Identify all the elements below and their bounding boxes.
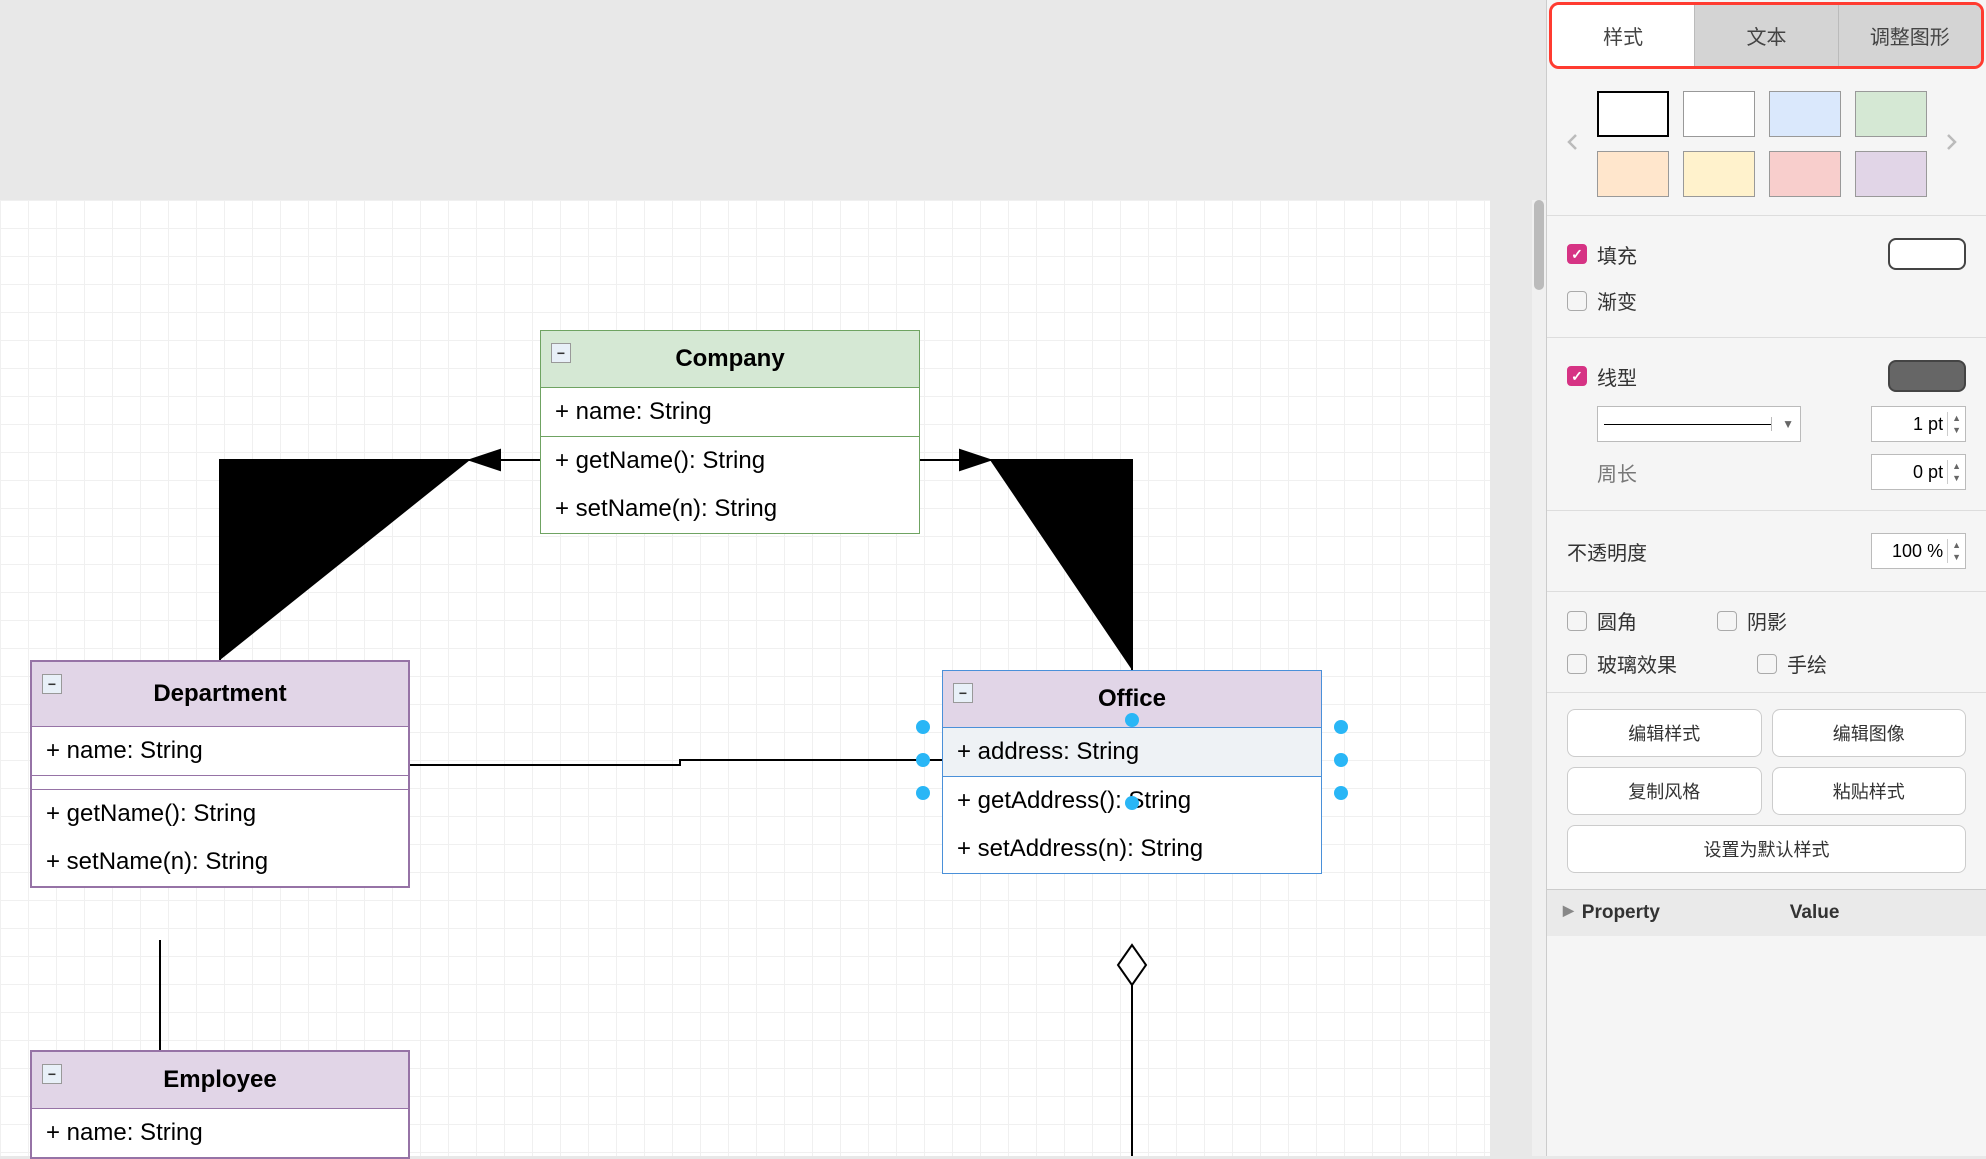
palette-swatch-4[interactable] [1597,151,1669,197]
palette-prev-icon[interactable] [1561,128,1585,161]
palette-swatch-3[interactable] [1855,91,1927,137]
collapse-icon[interactable]: − [551,343,571,363]
uml-operation-row[interactable]: + setName(n): String [32,838,408,886]
disclosure-icon[interactable]: ▶ [1563,902,1574,924]
collapse-icon[interactable]: − [953,683,973,703]
selection-handle[interactable] [1334,753,1348,767]
gradient-checkbox[interactable] [1567,291,1587,311]
value-column-header: Value [1790,902,1840,924]
opacity-section: 不透明度 100 % ▲▼ [1547,510,1986,591]
line-section: 线型 ▼ 1 pt ▲▼ 周长 0 pt ▲▼ [1547,337,1986,510]
shadow-label: 阴影 [1747,606,1787,635]
uml-attribute-row[interactable]: + name: String [32,1109,408,1157]
sidebar-tabs-highlighted: 样式 文本 调整图形 [1549,2,1984,69]
uml-divider [32,775,408,789]
palette-swatch-1[interactable] [1683,91,1755,137]
selection-handle[interactable] [916,753,930,767]
uml-class-company[interactable]: − Company + name: String + getName(): St… [540,330,920,534]
glass-checkbox[interactable] [1567,654,1587,674]
uml-attribute-row[interactable]: + name: String [541,388,919,436]
format-sidebar: 样式 文本 调整图形 填充 渐变 [1546,0,1986,1156]
line-preview [1604,424,1771,425]
selection-handle[interactable] [1125,796,1139,810]
collapse-icon[interactable]: − [42,1064,62,1084]
uml-operation-row[interactable]: + getName(): String [32,790,408,838]
set-default-style-button[interactable]: 设置为默认样式 [1567,825,1966,873]
uml-class-office[interactable]: − Office + address: String + getAddress(… [942,670,1322,874]
style-buttons: 编辑样式 编辑图像 复制风格 粘贴样式 设置为默认样式 [1547,692,1986,889]
fill-color-well[interactable] [1888,238,1966,270]
gradient-label: 渐变 [1597,286,1637,315]
line-width-value: 1 pt [1913,414,1943,435]
palette-swatch-6[interactable] [1769,151,1841,197]
line-color-well[interactable] [1888,360,1966,392]
collapse-icon[interactable]: − [42,674,62,694]
uml-operation-row[interactable]: + setAddress(n): String [943,825,1321,873]
palette-next-icon[interactable] [1939,128,1963,161]
edit-style-button[interactable]: 编辑样式 [1567,709,1762,757]
tab-arrange[interactable]: 调整图形 [1839,5,1981,66]
uml-class-title: Office [1098,685,1166,712]
selection-handle[interactable] [1334,786,1348,800]
color-palette [1547,71,1986,215]
glass-label: 玻璃效果 [1597,649,1677,678]
stepper[interactable]: ▲▼ [1947,539,1961,563]
uml-attribute-row-selected[interactable]: + address: String [943,728,1321,776]
selection-handle[interactable] [916,720,930,734]
opacity-input[interactable]: 100 % ▲▼ [1871,533,1966,569]
scrollbar-thumb[interactable] [1534,200,1544,290]
stepper[interactable]: ▲▼ [1947,460,1961,484]
line-width-input[interactable]: 1 pt ▲▼ [1871,406,1966,442]
sketch-checkbox[interactable] [1757,654,1777,674]
uml-class-employee[interactable]: − Employee + name: String [30,1050,410,1159]
selection-handle[interactable] [1334,720,1348,734]
tab-style[interactable]: 样式 [1552,5,1695,66]
uml-class-header[interactable]: − Department [32,662,408,727]
uml-class-title: Employee [163,1066,276,1093]
uml-operation-row[interactable]: + setName(n): String [541,485,919,533]
uml-class-header[interactable]: − Company [541,331,919,388]
uml-operation-row[interactable]: + getName(): String [541,437,919,485]
property-table-header[interactable]: ▶ Property Value [1547,889,1986,936]
chevron-down-icon: ▼ [1771,417,1794,431]
effects-section: 圆角 阴影 玻璃效果 手绘 [1547,591,1986,692]
edit-image-button[interactable]: 编辑图像 [1772,709,1967,757]
opacity-label: 不透明度 [1567,537,1647,566]
uml-class-title: Department [153,680,286,707]
perimeter-label: 周长 [1597,458,1637,487]
perimeter-input[interactable]: 0 pt ▲▼ [1871,454,1966,490]
uml-class-department[interactable]: − Department + name: String + getName():… [30,660,410,888]
selection-handle[interactable] [1125,713,1139,727]
uml-attribute-row[interactable]: + name: String [32,727,408,775]
opacity-value: 100 % [1892,541,1943,562]
selection-handle[interactable] [916,786,930,800]
fill-checkbox[interactable] [1567,244,1587,264]
shadow-checkbox[interactable] [1717,611,1737,631]
uml-class-header[interactable]: − Employee [32,1052,408,1109]
line-label: 线型 [1597,362,1637,391]
line-checkbox[interactable] [1567,366,1587,386]
fill-label: 填充 [1597,240,1637,269]
palette-swatch-7[interactable] [1855,151,1927,197]
property-column-header: Property [1582,902,1782,924]
perimeter-value: 0 pt [1913,462,1943,483]
palette-swatch-5[interactable] [1683,151,1755,197]
vertical-scrollbar[interactable] [1532,200,1546,1156]
tab-text[interactable]: 文本 [1695,5,1838,66]
uml-class-title: Company [675,345,784,372]
palette-swatch-2[interactable] [1769,91,1841,137]
line-style-select[interactable]: ▼ [1597,406,1801,442]
rounded-label: 圆角 [1597,606,1637,635]
diagram-canvas[interactable]: − Company + name: String + getName(): St… [0,200,1490,1156]
rounded-checkbox[interactable] [1567,611,1587,631]
palette-swatch-0[interactable] [1597,91,1669,137]
copy-style-button[interactable]: 复制风格 [1567,767,1762,815]
sketch-label: 手绘 [1787,649,1827,678]
stepper[interactable]: ▲▼ [1947,412,1961,436]
fill-section: 填充 渐变 [1547,215,1986,337]
paste-style-button[interactable]: 粘贴样式 [1772,767,1967,815]
